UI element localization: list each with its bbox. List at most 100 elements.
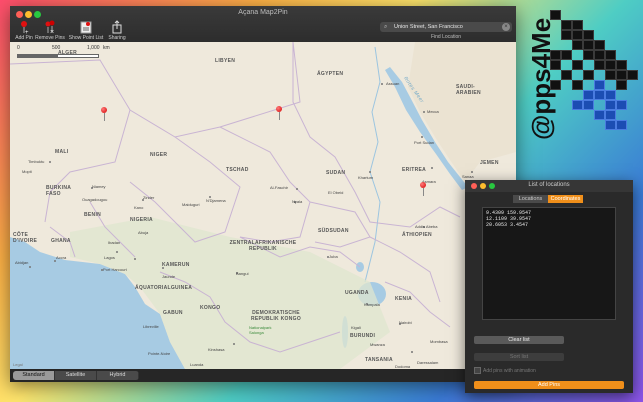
- main-window: Açana Map2Pin + Add Pin × Remove Pins Sh…: [10, 6, 516, 382]
- svg-text:+: +: [25, 30, 29, 34]
- add-pins-button[interactable]: Add Pins: [474, 381, 624, 389]
- map-pin[interactable]: [101, 107, 107, 121]
- label-zentralafrikanische-republik: ZENTRALAFRIKANISCHE REPUBLIK: [229, 240, 297, 252]
- find-location-label: Find Location: [430, 34, 462, 40]
- list-window-title: List of locations: [528, 182, 570, 188]
- label-aequatorialguinea: ÄQUATORIALGUINEA: [135, 285, 193, 291]
- label-uganda: UGANDA: [345, 290, 369, 296]
- city-label: Zinder: [143, 195, 155, 200]
- add-pin-label: Add Pin: [15, 35, 33, 41]
- point-list-icon: [80, 21, 92, 34]
- label-sudan: SUDAN: [326, 170, 346, 176]
- animation-label: Add pins with animation: [483, 367, 536, 374]
- city-label: Mecca: [427, 109, 439, 114]
- label-jemen: JEMEN: [480, 160, 499, 166]
- city-label: Kinshasa: [208, 347, 225, 352]
- tab-locations[interactable]: Locations: [513, 195, 548, 203]
- label-nigeria: NIGERIA: [130, 217, 153, 223]
- city-label: Addis Abeba: [415, 224, 438, 229]
- city-label: Abidjan: [15, 260, 29, 265]
- city-label: Ibadan: [108, 240, 121, 245]
- label-cote-divoire: CÔTE D'IVOIRE: [13, 232, 38, 244]
- animation-checkbox[interactable]: Add pins with animation: [474, 367, 536, 374]
- logo-text: @pps4Me: [526, 18, 556, 140]
- city-label: Kano: [134, 205, 144, 210]
- label-ghana: GHANA: [51, 238, 71, 244]
- city-label: Kigali: [351, 325, 361, 330]
- city-label: Bangui: [236, 271, 249, 276]
- city-label: Juba: [329, 254, 338, 259]
- logo: @pps4Me: [526, 18, 556, 140]
- remove-pins-icon: ×: [45, 20, 55, 34]
- city-label: Nyala: [292, 199, 303, 204]
- search-icon: ⌕: [384, 24, 388, 30]
- city-label: Daressalam: [417, 360, 439, 365]
- map-type-standard[interactable]: Standard: [13, 371, 55, 380]
- city-label: Ouagadougou: [82, 197, 108, 202]
- label-burundi: BURUNDI: [350, 333, 376, 339]
- label-burkina-faso: BURKINA FASO: [46, 185, 71, 197]
- scale-zero: 0: [17, 45, 20, 51]
- city-label: Libreville: [143, 324, 159, 329]
- scale-unit: km: [103, 45, 110, 51]
- label-alger: ALGER: [58, 50, 77, 56]
- label-saudi-arabien: SAUDI-ARABIEN: [456, 84, 481, 96]
- remove-pins-button[interactable]: × Remove Pins: [32, 20, 68, 41]
- city-label: Port Harcourt: [103, 267, 127, 272]
- window-title: Açana Map2Pin: [238, 9, 288, 16]
- clear-search-icon[interactable]: ×: [502, 23, 510, 31]
- label-aethiopien: ÄTHIOPIEN: [402, 232, 432, 238]
- city-label: Kampala: [364, 302, 380, 307]
- add-pin-icon: +: [21, 21, 29, 34]
- svg-text:×: ×: [50, 29, 54, 34]
- map-type-selector[interactable]: Standard Satellite Hybrid: [13, 371, 139, 380]
- legal-link[interactable]: Legal: [13, 362, 23, 367]
- label-niger: NIGER: [150, 152, 168, 158]
- city-label: Al-Faschir: [270, 185, 289, 190]
- label-libyen: LIBYEN: [215, 58, 236, 64]
- clear-list-button[interactable]: Clear list: [474, 336, 564, 344]
- city-label: Accra: [56, 255, 67, 260]
- sharing-button[interactable]: Sharing: [99, 20, 135, 41]
- scale-end: 1,000: [87, 45, 100, 51]
- city-label: Pointe-Noire: [148, 351, 171, 356]
- map-type-hybrid[interactable]: Hybrid: [97, 371, 139, 380]
- city-label: Lagos: [104, 255, 115, 260]
- map-view[interactable]: 0 500 1,000 km ALGER LIBYEN ÄGYPTEN SAUD…: [10, 42, 516, 369]
- label-aegypten: ÄGYPTEN: [317, 71, 344, 77]
- label-dr-kongo: DEMOKRATISCHE REPUBLIK KONGO: [250, 310, 302, 322]
- city-label: Mwanza: [370, 342, 385, 347]
- tab-coordinates[interactable]: Coordinates: [548, 195, 583, 203]
- map-pin[interactable]: [420, 182, 426, 196]
- city-label: Mombasa: [430, 339, 448, 344]
- label-tschad: TSCHAD: [226, 167, 249, 173]
- search-value: Union Street, San Francisco: [394, 24, 463, 30]
- map-pin[interactable]: [276, 106, 282, 120]
- sharing-label: Sharing: [108, 35, 126, 41]
- label-kenia: KENIA: [395, 296, 413, 302]
- city-label: Timbuktu: [28, 159, 45, 164]
- city-label: N'Djamena: [206, 198, 226, 203]
- map-type-satellite[interactable]: Satellite: [55, 371, 97, 380]
- coordinate-line: 20.6053 3.4547: [486, 222, 529, 228]
- search-input[interactable]: ⌕ Union Street, San Francisco ×: [380, 22, 512, 32]
- label-mali: MALI: [55, 149, 69, 155]
- list-window: List of locations Locations Coordinates …: [465, 180, 633, 393]
- city-label: Mopti: [22, 169, 32, 174]
- toolbar: Açana Map2Pin + Add Pin × Remove Pins Sh…: [10, 6, 516, 43]
- city-label: Nairobi: [399, 320, 412, 325]
- city-label: El Obeid: [328, 190, 344, 195]
- coordinates-textarea[interactable]: 9.4309 159.9547 12.1109 39.9547 20.6053 …: [482, 207, 616, 320]
- label-kongo: KONGO: [200, 305, 221, 311]
- sort-list-button[interactable]: Sort list: [474, 353, 564, 361]
- city-label: Abuja: [138, 230, 149, 235]
- checkbox-box[interactable]: [474, 367, 481, 374]
- city-label: Sanaa: [462, 174, 474, 179]
- label-kamerun: KAMERUN: [162, 262, 190, 268]
- park-label: Nationalpark Salonga: [249, 325, 272, 335]
- city-label: Assuan: [386, 81, 400, 86]
- share-icon: [112, 20, 122, 34]
- scale-labels: 0 500 1,000 km: [17, 45, 110, 51]
- city-label: Port Sudan: [414, 140, 435, 145]
- list-window-titlebar: List of locations: [465, 180, 633, 192]
